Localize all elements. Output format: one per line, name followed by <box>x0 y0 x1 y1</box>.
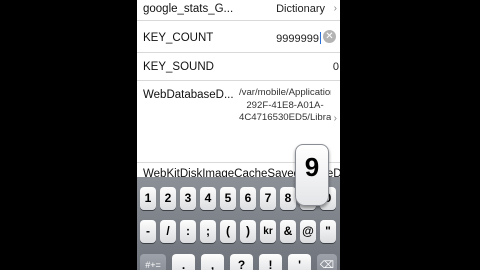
key-quote[interactable]: " <box>320 220 336 243</box>
clear-icon[interactable]: ✕ <box>323 30 336 43</box>
key-2[interactable]: 2 <box>160 187 176 210</box>
chevron-right-icon: › <box>333 113 337 124</box>
key-kr[interactable]: kr <box>260 220 276 243</box>
delete-icon[interactable]: ⌫ <box>317 254 337 270</box>
row-key: WebDatabaseD... <box>143 89 234 101</box>
row-key: KEY_COUNT <box>143 32 214 44</box>
key-4[interactable]: 4 <box>200 187 216 210</box>
key-question[interactable]: ? <box>230 254 253 270</box>
settings-row-key-sound[interactable]: KEY_SOUND 0 <box>137 53 340 81</box>
row-value: Dictionary <box>276 3 325 15</box>
key-ampersand[interactable]: & <box>280 220 296 243</box>
row-key: google_stats_G... <box>143 3 234 15</box>
key-slash[interactable]: / <box>160 220 176 243</box>
key-8[interactable]: 8 <box>280 187 296 210</box>
row-value: 0 <box>332 61 339 73</box>
key-apostrophe[interactable]: ' <box>288 254 311 270</box>
key-close-paren[interactable]: ) <box>240 220 256 243</box>
key-6[interactable]: 6 <box>240 187 256 210</box>
row-value-input[interactable]: 9999999 <box>276 32 321 45</box>
chevron-right-icon: › <box>333 3 337 14</box>
text-cursor <box>320 32 321 44</box>
key-colon[interactable]: : <box>180 220 196 243</box>
input-text: 9999999 <box>276 33 319 45</box>
key-3[interactable]: 3 <box>180 187 196 210</box>
key-at[interactable]: @ <box>300 220 316 243</box>
key-more-symbols[interactable]: #+= <box>140 254 166 270</box>
key-1[interactable]: 1 <box>140 187 156 210</box>
key-comma[interactable]: , <box>201 254 224 270</box>
key-exclamation[interactable]: ! <box>259 254 282 270</box>
settings-row-key-count[interactable]: KEY_COUNT 9999999 <box>137 21 340 53</box>
key-semicolon[interactable]: ; <box>200 220 216 243</box>
key-5[interactable]: 5 <box>220 187 236 210</box>
key-period[interactable]: . <box>172 254 195 270</box>
row-key: KEY_SOUND <box>143 61 214 73</box>
settings-row-google-stats[interactable]: google_stats_G... Dictionary › <box>137 0 340 21</box>
key-7[interactable]: 7 <box>260 187 276 210</box>
key-popup-9: 9 <box>295 144 329 206</box>
settings-screen: google_stats_G... Dictionary › KEY_COUNT… <box>137 0 340 270</box>
key-open-paren[interactable]: ( <box>220 220 236 243</box>
key-hyphen[interactable]: - <box>140 220 156 243</box>
